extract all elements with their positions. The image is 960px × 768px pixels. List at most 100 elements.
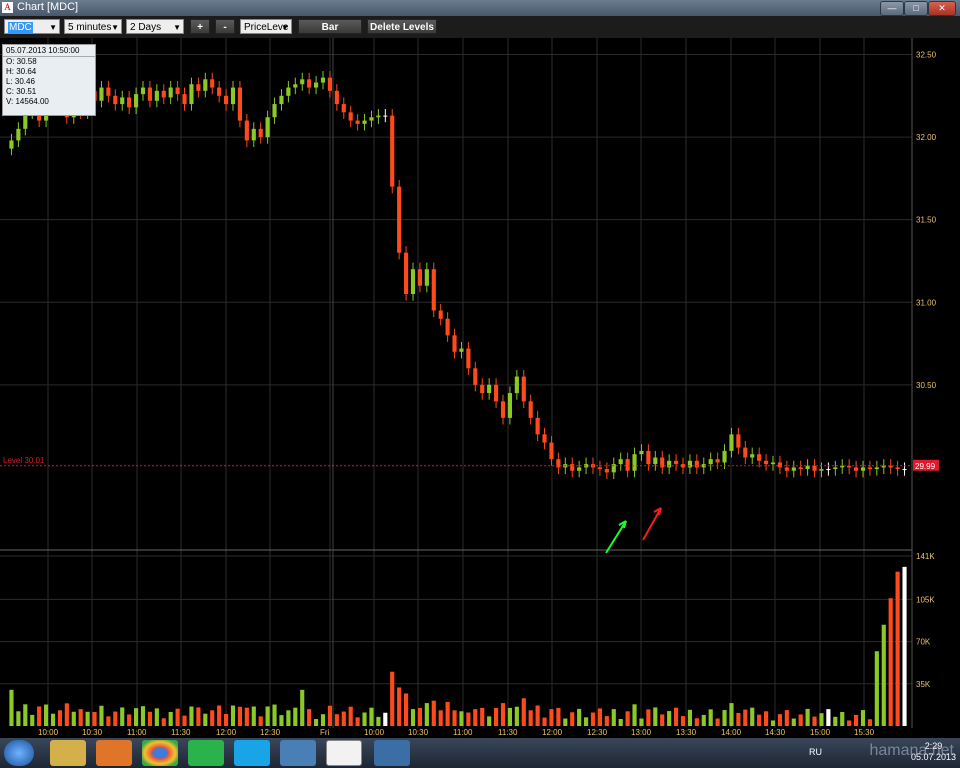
skype-icon[interactable] <box>234 740 270 766</box>
desktop-icon[interactable] <box>280 740 316 766</box>
range-select[interactable]: 2 Days ▼ <box>126 19 184 34</box>
candle-body <box>521 376 526 402</box>
volume-bar <box>639 718 644 726</box>
volume-bar <box>535 705 540 726</box>
volume-bar <box>764 711 769 726</box>
candle-body <box>500 401 506 418</box>
volume-bar <box>473 709 478 726</box>
info-high: H: 30.64 <box>6 67 37 76</box>
candle-body <box>390 115 395 187</box>
candle-body <box>743 447 748 458</box>
zoom-in-button[interactable]: + <box>190 19 210 34</box>
candle-body <box>833 467 838 470</box>
volume-bar <box>154 708 159 726</box>
candle-body <box>417 269 422 286</box>
chevron-down-icon: ▼ <box>111 23 119 32</box>
interval-select[interactable]: 5 minutes ▼ <box>64 19 122 34</box>
volume-bar <box>653 707 658 726</box>
volume-bar <box>307 709 312 726</box>
volume-tick-label: 141K <box>916 552 935 561</box>
volume-bar <box>320 714 326 726</box>
mail-icon[interactable] <box>188 740 224 766</box>
delete-levels-button[interactable]: Delete Levels <box>367 19 437 34</box>
chart-toolbar: MDC ▼ 5 minutes ▼ 2 Days ▼ + - PriceLeve ▼ B… <box>0 16 960 39</box>
zoom-out-button[interactable]: - <box>215 19 235 34</box>
mode-select[interactable]: PriceLeve ▼ <box>240 19 292 34</box>
candle-body <box>542 434 547 443</box>
volume-bar <box>244 707 249 726</box>
close-button[interactable]: ✕ <box>928 1 956 16</box>
candlestick-chart[interactable]: Level 30.01 29.99 32.50 32.00 31.50 31.00 30… <box>0 38 960 738</box>
volume-bar <box>507 707 512 726</box>
volume-bar <box>895 571 900 726</box>
windows-taskbar: RU 2:29 05.07.2013 <box>0 738 960 768</box>
volume-bar <box>30 714 35 726</box>
volume-bar <box>99 705 104 726</box>
volume-bar <box>64 703 69 726</box>
candle-body <box>99 87 104 101</box>
volume-bar <box>521 698 526 726</box>
candle-body <box>819 469 824 471</box>
candle-body <box>16 128 21 141</box>
maximize-button[interactable]: □ <box>904 1 928 16</box>
candle-body <box>750 454 755 458</box>
candle-body <box>777 462 782 468</box>
candle-body <box>286 87 291 96</box>
volume-bar <box>71 711 76 726</box>
time-tick-label: 10:00 <box>364 728 385 737</box>
chrome-icon[interactable] <box>142 740 178 766</box>
chevron-down-icon: ▼ <box>173 23 181 32</box>
volume-bar <box>701 714 706 726</box>
volume-bar <box>237 706 242 726</box>
candle-body <box>293 84 298 88</box>
chevron-down-icon: ▼ <box>49 23 57 32</box>
volume-bar <box>854 714 859 726</box>
candle-body <box>438 310 443 319</box>
volume-bar <box>196 707 201 726</box>
volume-bar <box>286 710 291 726</box>
candle-body <box>140 87 146 95</box>
volume-bar <box>819 713 824 726</box>
candle-body <box>397 186 402 253</box>
volume-bar <box>542 717 547 726</box>
media-player-icon[interactable] <box>96 740 132 766</box>
explorer-icon[interactable] <box>50 740 86 766</box>
candle-body <box>341 104 346 113</box>
candle-body <box>9 140 14 149</box>
chart-type-button[interactable]: Bar <box>298 19 362 34</box>
candle-body <box>300 79 305 85</box>
candle-body <box>431 269 436 311</box>
window-icon[interactable] <box>374 740 410 766</box>
candle-body <box>618 459 623 465</box>
candle-body <box>230 87 236 105</box>
volume-bar <box>182 715 187 726</box>
volume-bar <box>466 712 471 726</box>
minimize-button[interactable]: — <box>880 1 904 16</box>
candle-body <box>168 87 173 98</box>
app-a-icon[interactable] <box>326 740 362 766</box>
level-label: Level 30.01 <box>3 456 45 465</box>
volume-bar <box>757 714 762 726</box>
volume-bar <box>514 706 519 726</box>
candle-body <box>147 87 152 101</box>
volume-bar <box>874 651 879 726</box>
volume-bar <box>632 704 637 726</box>
candle-body <box>494 384 499 402</box>
start-orb-icon[interactable] <box>4 740 34 766</box>
language-indicator[interactable]: RU <box>809 747 822 757</box>
candle-body <box>639 450 644 455</box>
volume-bar <box>161 718 166 726</box>
level-price-tag: 29.99 <box>915 462 936 471</box>
time-tick-label: 12:00 <box>216 728 237 737</box>
candle-body <box>784 467 789 471</box>
volume-bar <box>784 710 789 726</box>
volume-bar <box>590 712 596 726</box>
volume-bar <box>798 714 803 726</box>
volume-bar <box>230 705 236 726</box>
candle-body <box>224 95 229 105</box>
candle-body <box>452 335 457 352</box>
candle-body <box>632 454 637 471</box>
symbol-select[interactable]: MDC ▼ <box>4 19 60 34</box>
candle-body <box>244 120 249 141</box>
candle-body <box>127 97 132 108</box>
